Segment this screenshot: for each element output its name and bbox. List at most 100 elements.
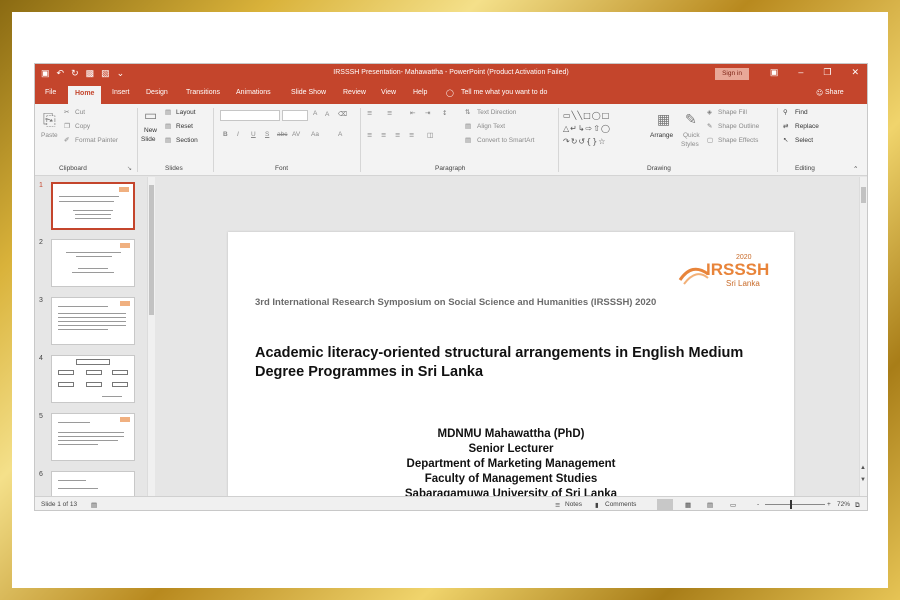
tab-review[interactable]: Review: [343, 89, 366, 96]
align-center-icon[interactable]: ≡: [381, 131, 386, 139]
bold-button[interactable]: B: [223, 131, 228, 138]
restore-icon[interactable]: ❐: [823, 67, 831, 78]
reset-button[interactable]: Reset: [176, 123, 193, 130]
share-button[interactable]: Share: [825, 89, 844, 96]
thumbnail-text-line: [59, 201, 114, 202]
minimize-icon[interactable]: –: [798, 67, 803, 78]
slide-thumbnail-2[interactable]: [51, 239, 135, 287]
tab-insert[interactable]: Insert: [112, 89, 130, 96]
tab-animations[interactable]: Animations: [236, 89, 271, 96]
character-spacing-button[interactable]: AV: [292, 131, 300, 138]
replace-icon: ⇄: [783, 122, 789, 130]
cut-button[interactable]: Cut: [75, 109, 85, 116]
slideshow-view-icon[interactable]: ▭: [730, 501, 736, 509]
arrange-button[interactable]: Arrange: [650, 132, 673, 139]
layout-button[interactable]: Layout: [176, 109, 196, 116]
previous-slide-icon[interactable]: ▲: [860, 465, 866, 471]
decrease-font-button[interactable]: A: [325, 111, 329, 118]
slide-sorter-icon[interactable]: ▦: [685, 501, 691, 509]
shape-effects-icon: ▢: [707, 136, 714, 144]
thumbnail-scrollbar[interactable]: [147, 177, 155, 497]
tab-slide-show[interactable]: Slide Show: [291, 89, 326, 96]
select-button[interactable]: Select: [795, 137, 813, 144]
spelling-icon[interactable]: ▤: [91, 501, 97, 509]
numbering-icon[interactable]: ≡: [387, 109, 392, 117]
sign-in-button[interactable]: Sign in: [715, 68, 749, 80]
slide-canvas[interactable]: 2020 IRSSSH Sri Lanka 3rd International …: [228, 232, 794, 510]
align-text-button[interactable]: Align Text: [477, 123, 505, 130]
next-slide-icon[interactable]: ▼: [860, 477, 866, 483]
slide-thumbnail-6[interactable]: [51, 471, 135, 497]
quick-styles-button-line1[interactable]: Quick: [683, 132, 700, 139]
tell-me-search[interactable]: Tell me what you want to do: [461, 89, 547, 96]
normal-view-button[interactable]: [657, 499, 673, 510]
font-name-box[interactable]: [220, 110, 280, 121]
thumbnail-text-line: [58, 321, 126, 322]
slide-scrollbar-thumb[interactable]: [861, 187, 866, 203]
thumbnail-scrollbar-thumb[interactable]: [149, 185, 154, 315]
shadow-button[interactable]: S: [265, 131, 269, 138]
paste-button[interactable]: Paste: [41, 132, 58, 139]
paste-icon[interactable]: ⎘: [43, 110, 56, 130]
slide-thumbnail-4[interactable]: [51, 355, 135, 403]
slide-scrollbar[interactable]: ▲ ▼: [859, 177, 867, 497]
drawing-group-label: Drawing: [647, 165, 671, 172]
ribbon-display-options-icon[interactable]: ▣: [770, 67, 779, 78]
bullets-icon[interactable]: ≡: [367, 109, 372, 117]
shapes-gallery[interactable]: ▭╲╲□◯□ △↵↳⇨⇧◯ ↷↻↺{}☆: [563, 109, 643, 148]
tab-file[interactable]: File: [45, 89, 56, 96]
zoom-in-button[interactable]: +: [827, 501, 831, 508]
line-spacing-icon[interactable]: ↕: [442, 109, 447, 117]
find-button[interactable]: Find: [795, 109, 808, 116]
zoom-out-button[interactable]: -: [757, 501, 759, 508]
close-icon[interactable]: ✕: [851, 67, 859, 78]
quick-styles-button-line2[interactable]: Styles: [681, 141, 699, 148]
tab-home[interactable]: Home: [68, 86, 102, 104]
comments-button[interactable]: Comments: [605, 501, 636, 508]
justify-icon[interactable]: ≡: [409, 131, 414, 139]
new-slide-button-line1[interactable]: New: [144, 127, 157, 134]
replace-button[interactable]: Replace: [795, 123, 819, 130]
convert-to-smartart-button[interactable]: Convert to SmartArt: [477, 137, 534, 144]
increase-font-button[interactable]: A: [313, 110, 317, 117]
thumbnail-diagram-box: [112, 382, 128, 387]
shape-effects-button[interactable]: Shape Effects: [718, 137, 758, 144]
zoom-slider-track[interactable]: [765, 504, 825, 505]
tab-help[interactable]: Help: [413, 89, 427, 96]
author-block: MDNMU Mahawattha (PhD) Senior Lecturer D…: [228, 427, 794, 502]
section-button[interactable]: Section: [176, 137, 198, 144]
align-right-icon[interactable]: ≡: [395, 131, 400, 139]
change-case-button[interactable]: Aa: [311, 131, 319, 138]
decrease-indent-icon[interactable]: ⇤: [410, 109, 415, 117]
font-color-button[interactable]: A: [338, 131, 342, 138]
tab-view[interactable]: View: [381, 89, 396, 96]
format-painter-button[interactable]: Format Painter: [75, 137, 118, 144]
shape-outline-button[interactable]: Shape Outline: [718, 123, 759, 130]
thumbnail-number: 6: [39, 471, 43, 478]
slide-thumbnail-3[interactable]: [51, 297, 135, 345]
shape-fill-button[interactable]: Shape Fill: [718, 109, 747, 116]
text-direction-button[interactable]: Text Direction: [477, 109, 516, 116]
reading-view-icon[interactable]: ▤: [707, 501, 713, 509]
tab-design[interactable]: Design: [146, 89, 168, 96]
align-left-icon[interactable]: ≡: [367, 131, 372, 139]
collapse-ribbon-icon[interactable]: ⌃: [853, 165, 858, 173]
underline-button[interactable]: U: [251, 131, 256, 138]
clear-formatting-icon[interactable]: ⌫: [338, 110, 347, 118]
italic-button[interactable]: I: [237, 131, 239, 138]
clipboard-launcher-icon[interactable]: ↘: [127, 165, 132, 172]
window-controls: ▣ – ❐ ✕: [770, 67, 859, 78]
strikethrough-button[interactable]: abc: [277, 131, 287, 138]
columns-icon[interactable]: ◫: [427, 131, 433, 139]
font-size-box[interactable]: [282, 110, 308, 121]
notes-button[interactable]: Notes: [565, 501, 582, 508]
increase-indent-icon[interactable]: ⇥: [425, 109, 430, 117]
zoom-level[interactable]: 72%: [837, 501, 850, 508]
slide-thumbnail-1[interactable]: [51, 182, 135, 230]
tab-transitions[interactable]: Transitions: [186, 89, 220, 96]
zoom-slider-thumb[interactable]: [790, 500, 792, 509]
copy-button[interactable]: Copy: [75, 123, 90, 130]
new-slide-button-line2[interactable]: Slide: [141, 136, 155, 143]
slide-thumbnail-5[interactable]: [51, 413, 135, 461]
fit-slide-icon[interactable]: ⧉: [855, 501, 860, 510]
